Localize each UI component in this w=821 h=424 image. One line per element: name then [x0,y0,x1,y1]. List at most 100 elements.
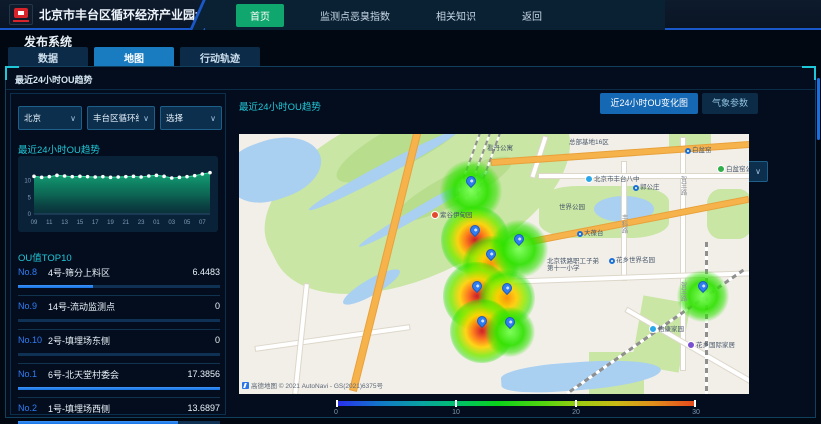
map-label: 总部基地16区 [569,139,609,146]
map-road [539,174,749,178]
main-nav: 首页 监测点恶臭指数 相关知识 返回 [236,0,552,30]
panel-corner-accent [5,66,19,68]
map-mode-button-1[interactable]: 气象参数 [702,93,758,114]
site-name: 2号-填埋场东侧 [48,334,215,347]
progress-fill [18,285,93,288]
site-name: 1号-填埋场西侧 [48,402,187,415]
map-mode-button-0[interactable]: 近24小时OU变化图 [600,93,698,114]
map-label: 北京铁路职工子弟第十一小学 [547,258,599,272]
rank-badge: No.8 [18,267,48,277]
svg-text:13: 13 [61,220,68,226]
left-chart-title: 最近24小时OU趋势 [18,142,100,156]
ou-value: 0 [215,301,220,311]
rank-badge: No.9 [18,301,48,311]
ou-trend-chart-svg: 0510091113151719212301030507 [18,156,218,232]
metro-icon [685,148,691,154]
progress-track [18,319,220,322]
map-label: 贺羊路 [679,176,686,196]
progress-track [18,285,220,288]
ou-value: 0 [215,335,220,345]
heat-legend: 0102030 [336,401,696,417]
svg-text:19: 19 [107,220,114,226]
top-header: 北京市丰台区循环经济产业园大气恶臭状况实时 首页监测点恶臭指数相关知识返回 [0,0,821,30]
legend-tick [694,400,696,407]
map-label: 贺羊路 [679,282,686,302]
left-sidebar: 北京∨丰台区循环经济产∨选择∨ 最近24小时OU趋势 0510091113151… [10,93,226,415]
svg-text:05: 05 [184,220,191,226]
map-label: 看丹公寓 [487,145,513,152]
map-label: 紫谷伊甸园 [431,211,473,219]
map-park-area [707,189,749,239]
map-road [681,138,685,370]
filter-value: 北京 [24,112,41,124]
filter-value: 丰台区循环经济产 [93,112,139,124]
map-label: 世界公园 [559,204,585,211]
filter-select-1[interactable]: 丰台区循环经济产 ∨ [87,106,155,130]
school-icon [585,175,593,183]
filter-select-0[interactable]: 北京 ∨ [18,106,82,130]
top-list-row[interactable]: No.102号-填埋场东侧0 [18,333,220,364]
progress-fill [18,387,220,390]
map-canvas[interactable]: 高德地图 © 2021 AutoNavi - GS(2021)6375号 总部基… [239,134,749,394]
map-mode-buttons: 近24小时OU变化图气象参数 [600,93,758,114]
svg-text:01: 01 [153,220,160,226]
top-list-row[interactable]: No.914号-流动监测点0 [18,299,220,330]
svg-text:09: 09 [31,220,38,226]
legend-tick-label: 20 [572,409,580,416]
nav-tab-3[interactable]: 返回 [512,4,552,27]
progress-track [18,353,220,356]
svg-text:15: 15 [77,220,84,226]
app-logo-icon [9,4,33,25]
metro-icon [633,185,639,191]
legend-tick [336,400,338,407]
site-name: 6号-北天堂村委会 [48,368,187,381]
top-list-row[interactable]: No.21号-填埋场西侧13.6897 [18,401,220,424]
map-label: 北京市丰台八中 [585,175,640,183]
map-label: 白盆窑 [685,147,712,154]
top-list-row[interactable]: No.16号-北天堂村委会17.3856 [18,367,220,398]
panel-title: 最近24小时OU趋势 [15,73,93,86]
svg-text:5: 5 [28,195,32,201]
rank-badge: No.2 [18,403,48,413]
svg-text:03: 03 [168,220,175,226]
chevron-down-icon: ∨ [210,114,216,123]
svg-text:21: 21 [122,220,129,226]
filter-row: 北京 ∨ 丰台区循环经济产 ∨ 选择 ∨ [18,106,222,130]
main-panel: 最近24小时OU趋势 北京∨丰台区循环经济产∨选择∨ 最近24小时OU趋势 05… [5,66,816,418]
rank-badge: No.1 [18,369,48,379]
park-ic-icon [717,165,725,173]
map-attribution: 高德地图 © 2021 AutoNavi - GS(2021)6375号 [242,380,383,390]
svg-text:11: 11 [46,220,53,226]
nav-tab-2[interactable]: 相关知识 [426,4,486,27]
progress-track [18,387,220,390]
scenic-icon [431,211,439,219]
map-label: 怡康家园 [649,325,684,333]
scrollbar-thumb[interactable] [817,78,820,140]
legend-tick-label: 10 [452,409,460,416]
chevron-down-icon: ∨ [755,167,761,176]
chevron-down-icon: ∨ [143,114,149,123]
nav-tab-1[interactable]: 监测点恶臭指数 [310,4,400,27]
rank-badge: No.10 [18,335,48,345]
ou-value: 13.6897 [187,403,220,413]
map-label: 大葆台 [577,230,604,237]
heat-legend-gradient [336,401,696,406]
panel-corner-accent [814,66,816,80]
map-road [255,325,409,351]
map-label: 花乡世界名园 [609,257,655,264]
site-name: 4号-筛分上料区 [48,266,192,279]
ou-value: 6.4483 [192,267,220,277]
filter-select-2[interactable]: 选择 ∨ [160,106,222,130]
ou-top-list: No.84号-筛分上料区6.4483No.914号-流动监测点0No.102号-… [18,262,220,424]
top-list-row[interactable]: No.84号-筛分上料区6.4483 [18,265,220,296]
svg-text:0: 0 [28,212,32,218]
map-label: 白盆窑公园 [717,165,749,173]
chevron-down-icon: ∨ [70,114,76,123]
metro-icon [609,258,615,264]
svg-text:07: 07 [199,220,206,226]
legend-tick-label: 0 [334,409,338,416]
filter-value: 选择 [166,112,183,124]
app-root: 北京市丰台区循环经济产业园大气恶臭状况实时 首页监测点恶臭指数相关知识返回 发布… [0,0,821,424]
nav-tab-0[interactable]: 首页 [236,4,284,27]
map-label: 郭公庄 [633,184,660,191]
